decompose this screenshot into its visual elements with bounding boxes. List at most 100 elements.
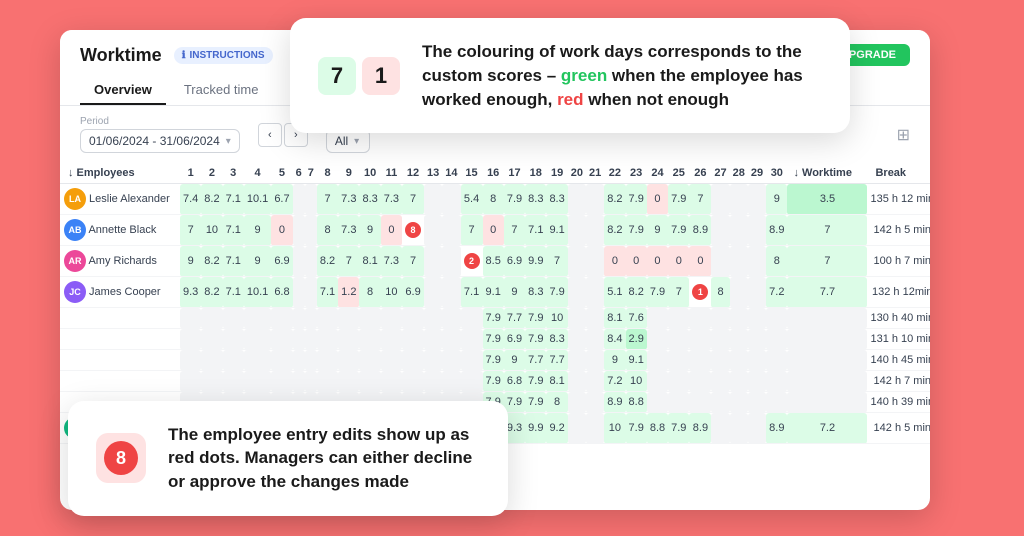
day-cell: 7.2 — [787, 413, 867, 444]
instructions-badge[interactable]: ℹ INSTRUCTIONS — [174, 47, 273, 64]
chevron-down-icon: ▾ — [226, 136, 231, 147]
worktime-cell: 135 h 12 min — [867, 184, 930, 215]
day-cell — [568, 246, 586, 277]
tooltip-coloring: 7 1 The colouring of work days correspon… — [290, 18, 850, 133]
tab-overview[interactable]: Overview — [80, 76, 166, 105]
day-cell: 7 — [461, 215, 483, 246]
day-cell: 7.3 — [338, 215, 359, 246]
day-cell: 0 — [381, 215, 402, 246]
bottom-tooltip-text: The employee entry edits show up as red … — [168, 423, 472, 494]
table-row[interactable]: AB Annette Black 7 10 7.1 9 0 8 7.3 9 0 … — [60, 215, 930, 246]
day-cell: 0 — [647, 246, 668, 277]
day-cell: 2 — [461, 246, 483, 277]
day-cell — [305, 184, 317, 215]
day-cell: 7 — [668, 277, 689, 308]
day-cell: 0 — [271, 215, 292, 246]
day-cell: 7.1 — [223, 246, 244, 277]
prev-button[interactable]: ‹ — [258, 123, 282, 147]
col-23: 23 — [626, 163, 647, 184]
day-cell: 9.1 — [483, 277, 504, 308]
day-cell — [568, 184, 586, 215]
emp-name-cell: LA Leslie Alexander — [60, 184, 180, 215]
day-cell: 9 — [244, 246, 271, 277]
col-21: 21 — [586, 163, 604, 184]
day-cell: 7.3 — [338, 184, 359, 215]
day-cell — [730, 246, 748, 277]
day-cell: 7.9 — [546, 277, 567, 308]
app-title: Worktime — [80, 45, 162, 66]
col-9: 9 — [338, 163, 359, 184]
day-cell — [305, 277, 317, 308]
emp-name-cell: AB Annette Black — [60, 215, 180, 246]
day-cell — [730, 184, 748, 215]
day-cell: 8.2 — [604, 184, 625, 215]
day-cell: 10 — [201, 215, 222, 246]
day-cell — [424, 215, 442, 246]
day-cell — [586, 413, 604, 444]
day-cell: 7.9 — [668, 215, 689, 246]
day-cell: 8.2 — [201, 246, 222, 277]
day-cell — [305, 215, 317, 246]
avatar: AB — [64, 219, 86, 241]
tooltip-edits: 8 The employee entry edits show up as re… — [68, 401, 508, 516]
day-cell: 7 — [338, 246, 359, 277]
day-cell — [442, 184, 460, 215]
day-cell: 8 — [359, 277, 380, 308]
instructions-label: INSTRUCTIONS — [190, 50, 265, 61]
day-cell: 7.7 — [787, 277, 867, 308]
day-cell: 8.3 — [525, 184, 546, 215]
table-row[interactable]: JC James Cooper 9.3 8.2 7.1 10.1 6.8 7.1… — [60, 277, 930, 308]
grid-view-icon[interactable]: ⊞ — [897, 125, 910, 145]
score-red: 1 — [362, 57, 400, 95]
tooltip-text: The colouring of work days corresponds t… — [422, 40, 822, 111]
tab-tracked-time[interactable]: Tracked time — [170, 76, 273, 105]
day-cell — [730, 215, 748, 246]
day-cell: 0 — [604, 246, 625, 277]
day-cell: 7 — [180, 215, 201, 246]
day-cell — [586, 246, 604, 277]
period-value: 01/06/2024 - 31/06/2024 — [89, 134, 220, 148]
col-16: 16 — [483, 163, 504, 184]
red-word: red — [557, 90, 583, 109]
col-employees: ↓ Employees — [60, 163, 180, 184]
table-row[interactable]: AR Amy Richards 9 8.2 7.1 9 6.9 8.2 7 8.… — [60, 246, 930, 277]
day-cell: 7.3 — [381, 246, 402, 277]
day-cell: 8.9 — [689, 413, 711, 444]
day-cell — [730, 413, 748, 444]
day-cell: 8.1 — [359, 246, 380, 277]
info-icon: ℹ — [182, 50, 186, 61]
day-cell: 9 — [766, 184, 787, 215]
day-cell: 8.9 — [689, 215, 711, 246]
avatar: LA — [64, 188, 86, 210]
day-cell: 7 — [689, 184, 711, 215]
table-row[interactable]: LA Leslie Alexander 7.4 8.2 7.1 10.1 6.7… — [60, 184, 930, 215]
day-cell: 7.9 — [647, 277, 668, 308]
table-row: 7.96.97.98.3 8.42.9 131 h 10 min18 h 50 … — [60, 329, 930, 350]
worktime-cell: 132 h 12min — [867, 277, 930, 308]
day-cell — [586, 184, 604, 215]
day-cell — [586, 215, 604, 246]
col-worktime: ↓ Worktime — [787, 163, 867, 184]
day-cell — [568, 215, 586, 246]
period-input[interactable]: 01/06/2024 - 31/06/2024 ▾ — [80, 129, 240, 153]
col-22: 22 — [604, 163, 625, 184]
col-4: 4 — [244, 163, 271, 184]
day-cell: 8.8 — [647, 413, 668, 444]
col-28: 28 — [730, 163, 748, 184]
day-cell — [748, 215, 766, 246]
day-cell: 7.1 — [223, 215, 244, 246]
day-cell: 8 — [711, 277, 729, 308]
day-cell — [293, 215, 305, 246]
day-cell: 5.4 — [461, 184, 483, 215]
day-cell — [293, 184, 305, 215]
col-3: 3 — [223, 163, 244, 184]
day-cell: 9 — [180, 246, 201, 277]
day-cell: 7.2 — [766, 277, 787, 308]
edit-dot: 2 — [464, 253, 480, 269]
col-15: 15 — [461, 163, 483, 184]
day-cell — [293, 246, 305, 277]
col-18: 18 — [525, 163, 546, 184]
day-cell: 8.2 — [604, 215, 625, 246]
day-cell: 8.2 — [201, 184, 222, 215]
day-cell: 9 — [647, 215, 668, 246]
